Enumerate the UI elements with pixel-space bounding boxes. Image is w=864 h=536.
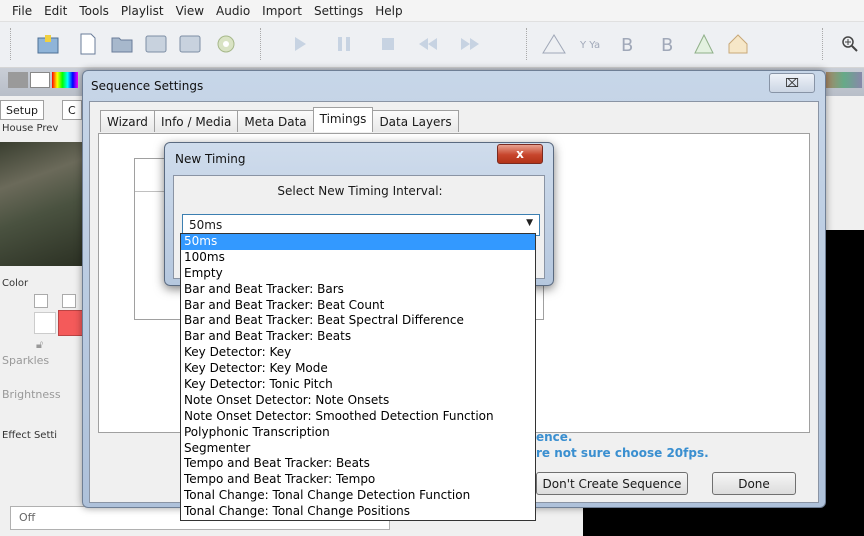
save-as-icon[interactable] [176,30,204,58]
new-document-icon[interactable] [74,30,102,58]
menu-tools[interactable]: Tools [73,4,115,18]
play-icon[interactable] [286,30,314,58]
info-text-line2: re not sure choose 20fps. [536,446,709,460]
dropdown-option[interactable]: Note Onset Detector: Smoothed Detection … [181,409,535,425]
dropdown-option[interactable]: 50ms [181,234,535,250]
menu-audio[interactable]: Audio [210,4,256,18]
tab-data-layers[interactable]: Data Layers [372,110,459,132]
effect-settings-label: Effect Setti [2,430,58,441]
dropdown-option[interactable]: Tonal Change: Tonal Change Positions [181,504,535,520]
dropdown-option[interactable]: Bar and Beat Tracker: Beat Count [181,298,535,314]
stop-icon[interactable] [374,30,402,58]
house-preview-label: House Prev [2,123,59,134]
dropdown-option[interactable]: Key Detector: Key Mode [181,361,535,377]
new-folder-icon[interactable] [34,30,62,58]
fast-forward-icon[interactable] [456,30,484,58]
house-preview-image [0,142,92,266]
dropdown-option[interactable]: Bar and Beat Tracker: Bars [181,282,535,298]
preview-area [820,230,864,536]
save-icon[interactable] [142,30,170,58]
dropdown-option[interactable]: Tempo and Beat Tracker: Beats [181,456,535,472]
dropdown-option[interactable]: Tempo and Beat Tracker: Tempo [181,472,535,488]
dropdown-option[interactable]: Note Onset Detector: Note Onsets [181,393,535,409]
toolbar-separator [822,28,824,60]
tab-c[interactable]: C [62,100,82,120]
color-label: Color [2,278,29,289]
rewind-icon[interactable] [414,30,442,58]
open-folder-icon[interactable] [108,30,136,58]
sparkles-label: Sparkles [2,354,50,367]
done-button[interactable]: Done [712,472,796,495]
dialog-title: Sequence Settings [91,79,204,93]
dropdown-option[interactable]: Key Detector: Tonic Pitch [181,377,535,393]
new-timing-title: New Timing [175,152,246,166]
toolbar-separator [526,28,528,60]
waveform-thumb [826,72,862,88]
house-icon[interactable] [724,30,752,58]
dropdown-option[interactable]: Bar and Beat Tracker: Beat Spectral Diff… [181,313,535,329]
tab-wizard[interactable]: Wizard [100,110,155,132]
tab-setup[interactable]: Setup [0,100,45,120]
menu-edit[interactable]: Edit [38,4,73,18]
dropdown-option[interactable]: Segmenter [181,441,535,457]
twinkle-icon[interactable]: Y Ya [576,30,604,58]
menu-help[interactable]: Help [369,4,408,18]
white-swatch [30,72,50,88]
color-swatch-white[interactable] [34,312,56,334]
left-panel: Setup C House Prev Color 🔓︎ Sparkles Bri… [0,96,92,536]
dont-create-sequence-button[interactable]: Don't Create Sequence [536,472,688,495]
svg-text:B: B [661,35,673,55]
menu-playlist[interactable]: Playlist [115,4,170,18]
svg-text:Y Ya: Y Ya [579,40,600,51]
dropdown-option[interactable]: Polyphonic Transcription [181,425,535,441]
close-button[interactable]: x [497,144,543,164]
pause-icon[interactable] [330,30,358,58]
toolbar-grip [10,28,12,60]
dropdown-option[interactable]: Tonal Change: Tonal Change Detection Fun… [181,488,535,504]
tab-info-media[interactable]: Info / Media [153,110,239,132]
palette-swatch [52,72,78,88]
gray-swatch [8,72,28,88]
tab-meta-data[interactable]: Meta Data [237,110,314,132]
close-button[interactable]: ⌧ [769,73,815,93]
chevron-down-icon[interactable]: ▼ [526,218,533,228]
toolbar-separator [260,28,262,60]
dropdown-option[interactable]: 100ms [181,250,535,266]
color-checkbox-2[interactable] [62,294,76,308]
timing-interval-label: Select New Timing Interval: [277,184,443,198]
brightness-label: Brightness [2,388,61,401]
outline-b-icon[interactable]: B [654,30,682,58]
tab-timings[interactable]: Timings [312,107,374,132]
zoom-in-icon[interactable] [836,30,864,58]
color-checkbox-1[interactable] [34,294,48,308]
tab-strip: Wizard Info / Media Meta Data Timings Da… [100,107,459,132]
lock-icon[interactable]: 🔓︎ [36,338,43,352]
dropdown-option[interactable]: Bar and Beat Tracker: Beats [181,329,535,345]
menu-file[interactable]: File [6,4,38,18]
timing-interval-value: 50ms [189,218,223,232]
menu-import[interactable]: Import [256,4,308,18]
toolbar: Y Ya B B [0,22,864,68]
menu-bar: File Edit Tools Playlist View Audio Impo… [0,0,864,22]
ramp-icon[interactable] [540,30,568,58]
dropdown-option[interactable]: Empty [181,266,535,282]
dropdown-option[interactable]: Key Detector: Key [181,345,535,361]
bold-b-icon[interactable]: B [614,30,642,58]
right-panel [820,96,864,230]
render-gear-icon[interactable] [212,30,240,58]
svg-text:B: B [621,35,633,55]
menu-view[interactable]: View [170,4,210,18]
timing-interval-dropdown[interactable]: 50ms 100ms Empty Bar and Beat Tracker: Bars… [180,233,536,521]
tree-icon[interactable] [690,30,718,58]
info-text-line1: ence. [536,430,573,444]
menu-settings[interactable]: Settings [308,4,369,18]
